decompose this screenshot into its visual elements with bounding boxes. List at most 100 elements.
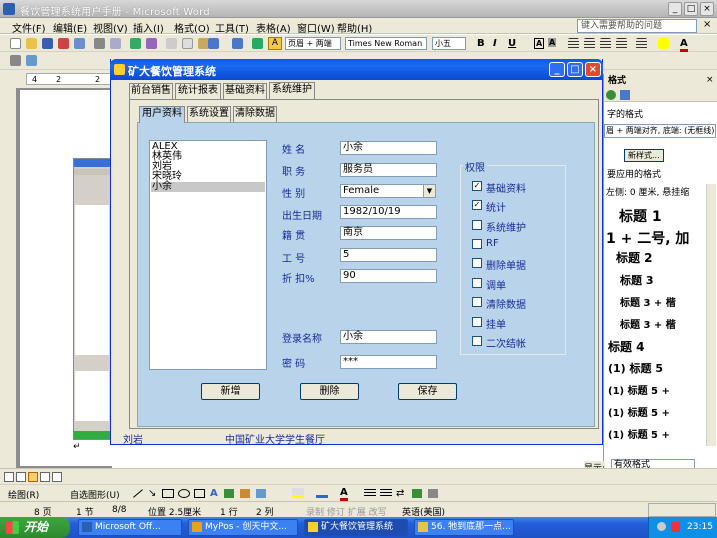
style-combo[interactable]: 页眉 + 两端 — [285, 37, 341, 50]
list-item-selected[interactable]: 小余 — [151, 182, 265, 192]
menu-help[interactable]: 帮助(H) — [337, 20, 372, 35]
perm-checkbox[interactable] — [472, 317, 482, 327]
password-field[interactable]: *** — [340, 355, 437, 369]
menu-table[interactable]: 表格(A) — [256, 20, 291, 35]
arrow-style-icon[interactable]: ⇄ — [396, 488, 404, 499]
line-icon[interactable] — [133, 489, 143, 498]
style-item[interactable]: 标题 3 — [620, 272, 653, 288]
clipart-icon[interactable] — [240, 489, 250, 498]
word-minimize-button[interactable]: _ — [668, 2, 682, 16]
perm-checkbox[interactable] — [472, 220, 482, 230]
current-style-box[interactable]: 眉 + 两端对齐, 底端: (无框线) — [604, 124, 716, 138]
picture-icon[interactable] — [256, 489, 266, 498]
email-icon[interactable] — [74, 38, 85, 49]
menu-edit[interactable]: 编辑(E) — [53, 20, 87, 35]
app-close-button[interactable]: × — [585, 62, 601, 77]
menu-window[interactable]: 窗口(W) — [297, 20, 335, 35]
style-pane-icon[interactable]: A — [268, 37, 282, 50]
hyperlink-icon[interactable] — [252, 38, 263, 49]
font-color-icon[interactable]: A — [680, 38, 688, 52]
taskbar-task[interactable]: Microsoft Off... — [78, 519, 182, 536]
perm-checkbox[interactable] — [472, 258, 482, 268]
word-close-button[interactable]: × — [700, 2, 714, 16]
border-char-icon[interactable]: A — [534, 38, 545, 49]
style-item[interactable]: 1 + 二号, 加 — [606, 228, 689, 248]
line-color-icon[interactable] — [316, 488, 328, 498]
style-item[interactable]: 标题 4 — [608, 338, 645, 355]
draw-menu[interactable]: 绘图(R) — [8, 488, 39, 501]
chevron-down-icon[interactable]: ▼ — [423, 185, 435, 197]
perm-checkbox[interactable] — [472, 336, 482, 346]
align-left-icon[interactable] — [568, 38, 579, 49]
permission-icon[interactable] — [58, 38, 69, 49]
perm-checkbox[interactable]: ✓ — [472, 200, 482, 210]
style-item[interactable]: 标题 1 — [619, 206, 662, 226]
justify-icon[interactable] — [616, 38, 627, 49]
reading-view-icon[interactable] — [52, 472, 62, 482]
menu-view[interactable]: 视图(V) — [93, 20, 128, 35]
horizontal-scroll-bar[interactable] — [0, 468, 717, 484]
spelling-icon[interactable] — [130, 38, 141, 49]
reviewing-icon[interactable] — [26, 55, 37, 66]
taskbar-task[interactable]: MyPos - 创天中文... — [188, 519, 298, 536]
subtab-clear-data[interactable]: 清除数据 — [233, 106, 277, 122]
tray-icon[interactable] — [657, 522, 666, 531]
home-icon[interactable] — [620, 90, 630, 100]
app-minimize-button[interactable]: _ — [549, 62, 565, 77]
italic-icon[interactable]: I — [493, 38, 497, 49]
oval-icon[interactable] — [178, 489, 190, 498]
underline-icon[interactable]: U — [508, 38, 516, 49]
line-spacing-icon[interactable] — [636, 38, 647, 49]
position-field[interactable]: 服务员 — [340, 163, 437, 177]
diagram-icon[interactable] — [224, 489, 234, 498]
add-button[interactable]: 新增 — [201, 383, 260, 400]
subtab-settings[interactable]: 系统设置 — [187, 106, 231, 122]
open-icon[interactable] — [26, 38, 37, 49]
autoshape-menu[interactable]: 自选图形(U) — [70, 488, 120, 501]
word-maximize-button[interactable]: □ — [684, 2, 698, 16]
subtab-users[interactable]: 用户资料 — [139, 106, 185, 123]
name-field[interactable]: 小余 — [340, 141, 437, 155]
3d-icon[interactable] — [428, 489, 438, 498]
task-pane-scrollbar[interactable] — [706, 184, 716, 446]
fill-color-icon[interactable] — [292, 488, 304, 498]
taskbar-task[interactable]: 56. 牠到底那一点... — [414, 519, 514, 536]
menu-file[interactable]: 文件(F) — [12, 20, 46, 35]
textbox-icon[interactable] — [194, 489, 205, 498]
new-icon[interactable] — [10, 38, 21, 49]
gender-select[interactable]: Female ▼ — [340, 184, 436, 198]
menu-insert[interactable]: 插入(I) — [133, 20, 164, 35]
save-icon[interactable] — [42, 38, 53, 49]
outline-view-icon[interactable] — [40, 472, 50, 482]
undo-icon[interactable] — [208, 38, 219, 49]
line-style-icon[interactable] — [364, 489, 376, 498]
start-button[interactable]: 开始 — [0, 517, 70, 538]
style-item[interactable]: (1) 标题 5 — [608, 360, 663, 376]
research-icon[interactable] — [146, 38, 157, 49]
birth-field[interactable]: 1982/10/19 — [340, 205, 437, 219]
native-field[interactable]: 南京 — [340, 226, 437, 240]
tab-sales[interactable]: 前台销售 — [129, 83, 173, 99]
tab-reports[interactable]: 统计报表 — [175, 83, 221, 99]
employee-id-field[interactable]: 5 — [340, 248, 437, 262]
doc-close-icon[interactable]: × — [703, 19, 711, 30]
user-list[interactable]: ALEX 林英伟 刘岩 宋晓玲 小余 — [149, 140, 267, 370]
redo-icon[interactable] — [232, 38, 243, 49]
shield-icon[interactable] — [671, 522, 680, 532]
print-view-icon[interactable] — [28, 472, 38, 482]
tab-basic-data[interactable]: 基础资料 — [223, 83, 267, 99]
login-field[interactable]: 小余 — [340, 330, 437, 344]
style-item[interactable]: (1) 标题 5 + — [608, 426, 670, 441]
size-combo[interactable]: 小五 — [432, 37, 466, 50]
app-maximize-button[interactable]: □ — [567, 62, 583, 77]
taskbar-task-active[interactable]: 矿大餐饮管理系统 — [304, 519, 408, 536]
perm-checkbox[interactable]: ✓ — [472, 181, 482, 191]
discount-field[interactable]: 90 — [340, 269, 437, 283]
print-icon[interactable] — [94, 38, 105, 49]
highlight-icon[interactable] — [658, 38, 669, 49]
delete-button[interactable]: 删除 — [300, 383, 359, 400]
shadow-icon[interactable] — [412, 489, 422, 498]
bold-icon[interactable]: B — [477, 38, 485, 49]
back-icon[interactable] — [606, 90, 616, 100]
shade-char-icon[interactable]: A — [548, 38, 557, 47]
